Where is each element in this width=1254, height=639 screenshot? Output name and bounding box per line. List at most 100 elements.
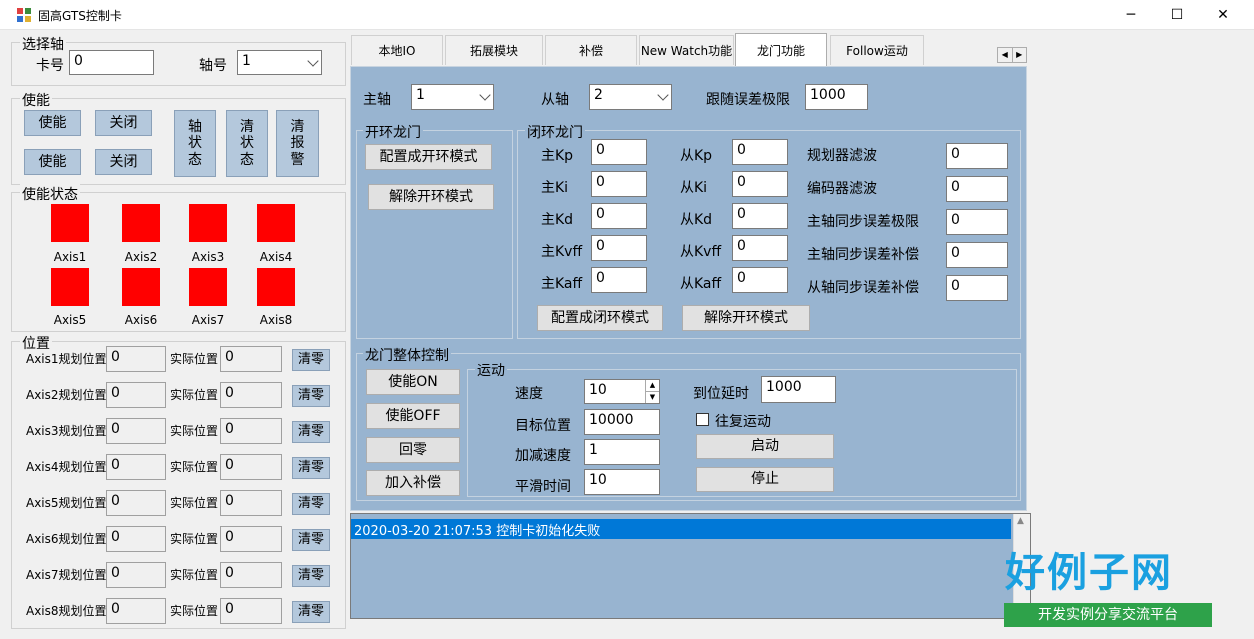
axis1-plan-position-label: Axis1规划位置 (26, 352, 107, 366)
follow-error-input[interactable]: 1000 (805, 84, 868, 110)
master-axis-label: 主轴 (363, 92, 391, 108)
master-param-input[interactable]: 0 (591, 267, 647, 293)
axis6-label: Axis6 (124, 313, 158, 327)
smooth-time-label: 平滑时间 (515, 479, 571, 495)
enable-off-button[interactable]: 使能OFF (366, 403, 460, 429)
stepper-down-icon[interactable]: ▼ (645, 391, 659, 403)
home-button[interactable]: 回零 (366, 437, 460, 463)
add-compensation-button[interactable]: 加入补偿 (366, 470, 460, 496)
scroll-left-icon[interactable]: ◀ (998, 48, 1013, 62)
filter-param-label: 从轴同步误差补偿 (807, 280, 919, 296)
axis3-actual-position-field: 0 (220, 418, 282, 444)
start-button[interactable]: 启动 (696, 434, 834, 459)
slave-param-input[interactable]: 0 (732, 203, 788, 229)
axis7-plan-position-field: 0 (106, 562, 166, 588)
axis6-actual-position-label: 实际位置 (170, 532, 219, 546)
master-axis-select[interactable]: 1 (411, 84, 494, 110)
maximize-button[interactable]: ☐ (1154, 0, 1200, 30)
filter-param-input[interactable]: 0 (946, 242, 1008, 268)
clear-alarm-button[interactable]: 清 报 警 (276, 110, 319, 177)
axis-number-select[interactable]: 1 (237, 50, 322, 75)
title-bar: 固高GTS控制卡 ─ ☐ ✕ (0, 0, 1254, 30)
enable-button-2[interactable]: 使能 (24, 149, 81, 175)
scroll-up-icon[interactable]: ▲ (1017, 516, 1024, 526)
master-param-input[interactable]: 0 (591, 203, 647, 229)
axis-status-button[interactable]: 轴 状 态 (174, 110, 216, 177)
release-open-loop-button[interactable]: 解除开环模式 (368, 184, 494, 210)
disable-button-1[interactable]: 关闭 (95, 110, 152, 136)
axis-number-label: 轴号 (199, 58, 227, 74)
close-button[interactable]: ✕ (1200, 0, 1246, 30)
disable-button-2[interactable]: 关闭 (95, 149, 152, 175)
axis3-clear-button[interactable]: 清零 (292, 421, 330, 443)
app-icon (17, 8, 31, 22)
config-open-loop-button[interactable]: 配置成开环模式 (365, 144, 492, 170)
clear-status-button[interactable]: 清 状 态 (226, 110, 268, 177)
axis5-label: Axis5 (53, 313, 87, 327)
axis4-plan-position-field: 0 (106, 454, 166, 480)
axis8-label: Axis8 (259, 313, 293, 327)
master-param-input[interactable]: 0 (591, 171, 647, 197)
axis2-clear-button[interactable]: 清零 (292, 385, 330, 407)
filter-param-input[interactable]: 0 (946, 176, 1008, 202)
axis8-plan-position-label: Axis8规划位置 (26, 604, 107, 618)
slave-param-input[interactable]: 0 (732, 171, 788, 197)
master-param-label: 主Kd (541, 212, 574, 228)
filter-param-input[interactable]: 0 (946, 209, 1008, 235)
tab-local-io[interactable]: 本地IO (351, 35, 443, 65)
filter-param-input[interactable]: 0 (946, 275, 1008, 301)
master-param-input[interactable]: 0 (591, 235, 647, 261)
enable-title: 使能 (20, 90, 52, 110)
slave-param-input[interactable]: 0 (732, 139, 788, 165)
open-loop-title: 开环龙门 (363, 122, 423, 142)
speed-stepper[interactable]: 10 ▲ ▼ (584, 379, 660, 404)
master-param-input[interactable]: 0 (591, 139, 647, 165)
slave-param-label: 从Kvff (680, 244, 722, 260)
filter-param-input[interactable]: 0 (946, 143, 1008, 169)
enable-status-title: 使能状态 (20, 184, 80, 204)
release-closed-loop-button[interactable]: 解除开环模式 (682, 305, 810, 331)
axis7-status-led (189, 268, 227, 306)
slave-axis-select[interactable]: 2 (589, 84, 672, 110)
log-line-selected[interactable]: 2020-03-20 21:07:53 控制卡初始化失败 (351, 519, 1011, 539)
slave-param-input[interactable]: 0 (732, 267, 788, 293)
axis4-clear-button[interactable]: 清零 (292, 457, 330, 479)
chevron-down-icon (307, 55, 319, 67)
acceleration-input[interactable]: 1 (584, 439, 660, 465)
minimize-button[interactable]: ─ (1108, 0, 1154, 30)
card-number-input[interactable]: 0 (69, 50, 154, 75)
target-position-input[interactable]: 10000 (584, 409, 660, 435)
axis5-status-led (51, 268, 89, 306)
axis6-actual-position-field: 0 (220, 526, 282, 552)
config-closed-loop-button[interactable]: 配置成闭环模式 (537, 305, 663, 331)
axis8-clear-button[interactable]: 清零 (292, 601, 330, 623)
tab-extension-module[interactable]: 拓展模块 (445, 35, 543, 65)
log-listbox[interactable]: 2020-03-20 21:07:53 控制卡初始化失败 ▲ (350, 513, 1031, 619)
stop-button[interactable]: 停止 (696, 467, 834, 492)
axis1-clear-button[interactable]: 清零 (292, 349, 330, 371)
axis4-plan-position-label: Axis4规划位置 (26, 460, 107, 474)
axis2-label: Axis2 (124, 250, 158, 264)
tab-gantry[interactable]: 龙门功能 (735, 33, 827, 66)
reciprocate-checkbox[interactable] (696, 413, 709, 426)
enable-on-button[interactable]: 使能ON (366, 369, 460, 395)
tab-compensation[interactable]: 补偿 (545, 35, 637, 65)
scroll-right-icon[interactable]: ▶ (1013, 48, 1027, 62)
axis7-plan-position-label: Axis7规划位置 (26, 568, 107, 582)
smooth-time-input[interactable]: 10 (584, 469, 660, 495)
stepper-up-icon[interactable]: ▲ (645, 380, 659, 391)
in-position-delay-input[interactable]: 1000 (761, 376, 836, 403)
tab-new-watch[interactable]: New Watch功能 (639, 35, 734, 65)
master-axis-value: 1 (416, 87, 425, 103)
tab-follow-motion[interactable]: Follow运动 (830, 35, 924, 65)
axis6-clear-button[interactable]: 清零 (292, 529, 330, 551)
axis7-clear-button[interactable]: 清零 (292, 565, 330, 587)
filter-param-label: 主轴同步误差极限 (807, 214, 919, 230)
enable-button-1[interactable]: 使能 (24, 110, 81, 136)
slave-param-input[interactable]: 0 (732, 235, 788, 261)
master-param-label: 主Ki (541, 180, 569, 196)
axis8-actual-position-field: 0 (220, 598, 282, 624)
axis5-clear-button[interactable]: 清零 (292, 493, 330, 515)
in-position-delay-label: 到位延时 (693, 386, 749, 402)
axis4-actual-position-field: 0 (220, 454, 282, 480)
